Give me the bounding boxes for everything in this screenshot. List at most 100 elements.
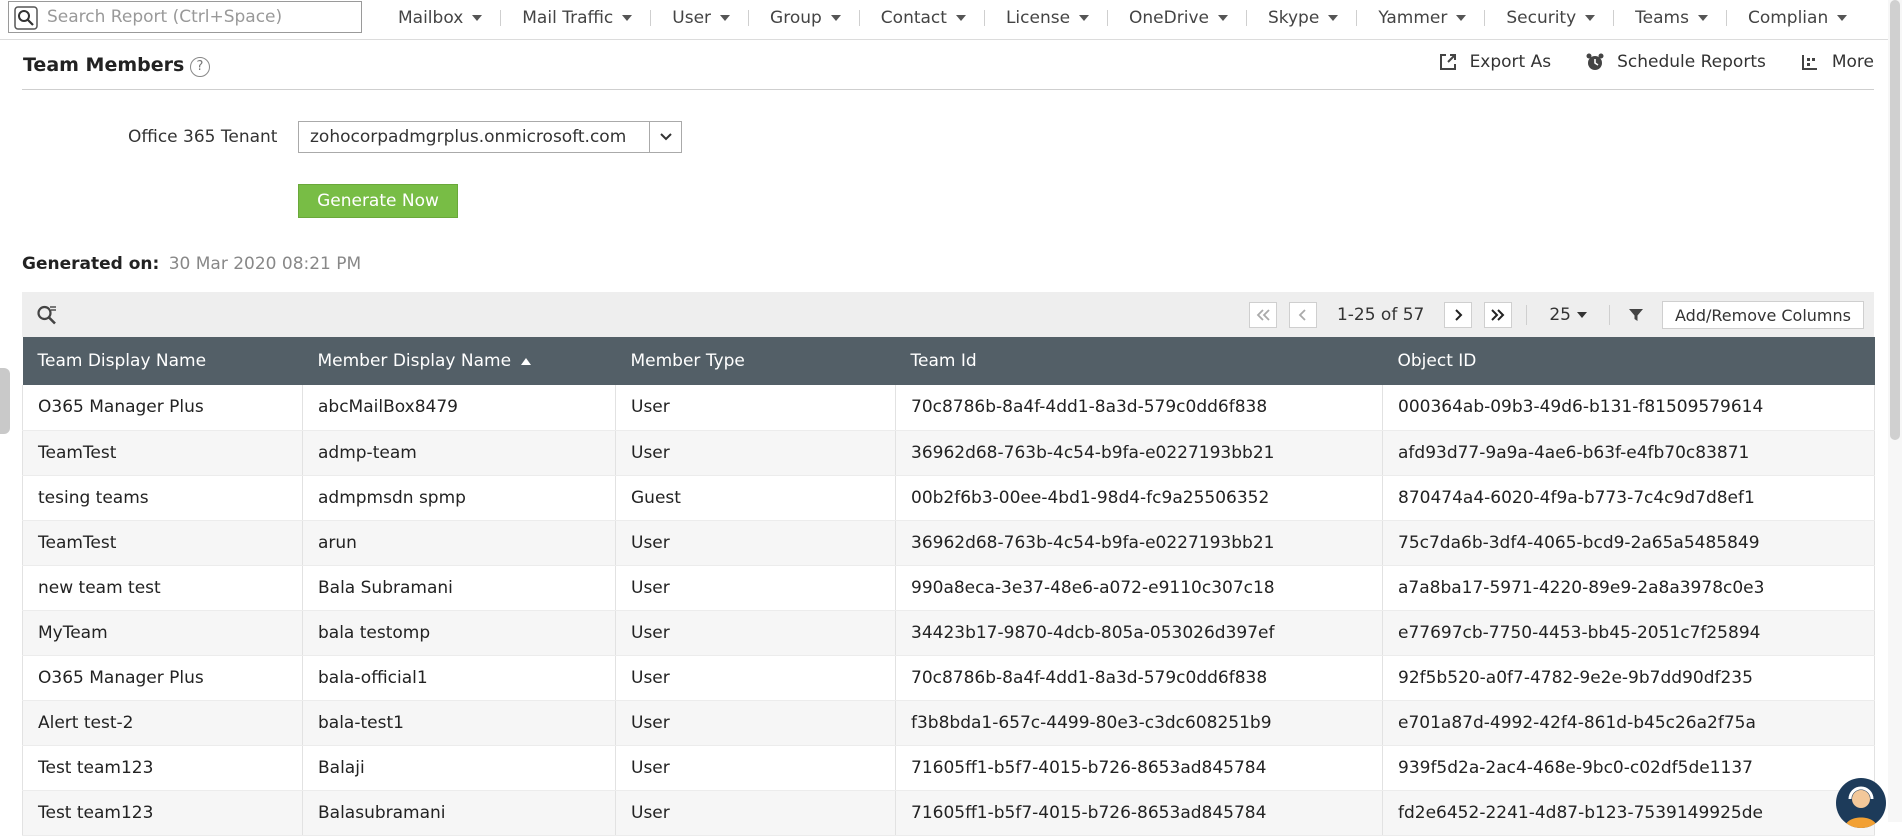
support-chat-button[interactable]	[1836, 778, 1886, 828]
chevron-down-icon	[1328, 15, 1339, 21]
cell-member-display-name: admp-team	[302, 430, 616, 476]
nav-item-label: Yammer	[1378, 8, 1448, 28]
column-header-label: Team Id	[910, 351, 977, 371]
cell-team-display-name: O365 Manager Plus	[22, 385, 303, 431]
cell-team-id: 36962d68-763b-4c54-b9fa-e0227193bb21	[895, 520, 1383, 566]
table-row: TeamTest admp-team User 36962d68-763b-4c54-…	[22, 430, 1875, 476]
cell-member-type: User	[615, 430, 896, 476]
rows-per-page-select[interactable]: 25	[1549, 305, 1587, 325]
cell-member-type: Guest	[615, 475, 896, 521]
chevron-down-icon	[830, 15, 841, 21]
cell-team-display-name: TeamTest	[22, 430, 303, 476]
schedule-reports-button[interactable]: Schedule Reports	[1585, 52, 1766, 72]
chevron-down-icon	[1585, 15, 1596, 21]
nav-item-label: License	[1005, 8, 1071, 28]
nav-item-onedrive[interactable]: OneDrive	[1107, 0, 1246, 36]
add-remove-columns-button[interactable]: Add/Remove Columns	[1662, 301, 1864, 329]
cell-member-display-name: bala testomp	[302, 610, 616, 656]
pager-divider	[1609, 305, 1610, 325]
nav-item-teams[interactable]: Teams	[1613, 0, 1726, 36]
cell-team-display-name: Test team123	[22, 790, 303, 836]
nav-item-label: User	[672, 8, 712, 28]
column-header-member-type[interactable]: Member Type	[615, 337, 896, 385]
report-search-box[interactable]	[8, 1, 362, 33]
side-panel-handle[interactable]	[0, 368, 10, 434]
table-search-icon	[37, 305, 56, 325]
cell-member-type: User	[615, 700, 896, 746]
cell-member-display-name: arun	[302, 520, 616, 566]
cell-team-display-name: new team test	[22, 565, 303, 611]
nav-item-label: OneDrive	[1129, 8, 1209, 28]
filter-icon	[1629, 309, 1643, 321]
column-header-member-display-name[interactable]: Member Display Name	[302, 337, 616, 385]
scrollbar-thumb[interactable]	[1890, 0, 1900, 440]
nav-item-mail-traffic[interactable]: Mail Traffic	[500, 0, 650, 36]
more-button[interactable]: More	[1800, 52, 1874, 72]
nav-item-contact[interactable]: Contact	[858, 0, 984, 36]
cell-member-display-name: abcMailBox8479	[302, 385, 616, 431]
cell-member-type: User	[615, 790, 896, 836]
page-scrollbar[interactable]	[1888, 0, 1902, 822]
cell-team-display-name: Alert test-2	[22, 700, 303, 746]
support-agent-icon	[1845, 786, 1877, 828]
nav-item-security[interactable]: Security	[1484, 0, 1613, 36]
cell-object-id: e77697cb-7750-4453-bb45-2051c7f25894	[1382, 610, 1875, 656]
chevron-down-icon	[1837, 15, 1848, 21]
tenant-select[interactable]: zohocorpadmgrplus.onmicrosoft.com	[298, 121, 682, 153]
column-header-team-id[interactable]: Team Id	[895, 337, 1383, 385]
nav-item-group[interactable]: Group	[748, 0, 859, 36]
nav-item-mailbox[interactable]: Mailbox	[376, 0, 500, 36]
previous-page-button[interactable]	[1288, 302, 1317, 328]
export-as-button[interactable]: Export As	[1438, 52, 1551, 72]
cell-member-display-name: bala-test1	[302, 700, 616, 746]
filter-button[interactable]	[1628, 307, 1644, 323]
nav-item-complian[interactable]: Complian	[1725, 0, 1865, 36]
chevron-down-icon	[1697, 15, 1708, 21]
chevron-down-icon	[1079, 15, 1090, 21]
nav-item-label: Teams	[1635, 8, 1689, 28]
nav-item-label: Complian	[1747, 8, 1829, 28]
column-header-label: Object ID	[1397, 351, 1477, 371]
report-category-menu: Mailbox Mail Traffic User Group Contact Licen…	[376, 0, 1865, 36]
chevron-down-icon	[720, 15, 731, 21]
generated-on-value: 30 Mar 2020 08:21 PM	[168, 254, 362, 274]
pagination: 1-25 of 57 25 Add/Remove Columns	[1243, 300, 1874, 330]
cell-team-display-name: TeamTest	[22, 520, 303, 566]
alarm-clock-icon	[1586, 53, 1604, 70]
cell-team-display-name: Test team123	[22, 745, 303, 791]
report-search-input[interactable]	[45, 4, 355, 30]
column-header-label: Team Display Name	[37, 351, 207, 371]
cell-team-id: 71605ff1-b5f7-4015-b726-8653ad845784	[895, 745, 1383, 791]
cell-team-id: 34423b17-9870-4dcb-805a-053026d397ef	[895, 610, 1383, 656]
chevron-down-icon	[472, 15, 483, 21]
nav-item-user[interactable]: User	[650, 0, 748, 36]
table-row: O365 Manager Plus bala-official1 User 70c87…	[22, 655, 1875, 701]
nav-item-license[interactable]: License	[983, 0, 1107, 36]
first-page-button[interactable]	[1248, 302, 1277, 328]
next-page-button[interactable]	[1444, 302, 1473, 328]
help-icon[interactable]: ?	[190, 57, 210, 77]
export-icon	[1439, 54, 1456, 70]
cell-object-id: fd2e6452-2241-4d87-b123-7539149925de	[1382, 790, 1875, 836]
grid-search-button[interactable]	[36, 304, 58, 331]
page-title: Team Members	[23, 54, 185, 76]
cell-object-id: 75c7da6b-3df4-4065-bcd9-2a65a5485849	[1382, 520, 1875, 566]
nav-item-label: Skype	[1267, 8, 1320, 28]
team-members-table: Team Display Name Member Display Name Me…	[22, 337, 1875, 836]
nav-item-skype[interactable]: Skype	[1245, 0, 1356, 36]
table-row: Alert test-2 bala-test1 User f3b8bda1-657c-…	[22, 700, 1875, 746]
generated-on: Generated on: 30 Mar 2020 08:21 PM	[22, 254, 361, 274]
last-page-button[interactable]	[1484, 302, 1513, 328]
tenant-dropdown-toggle[interactable]	[649, 122, 681, 152]
nav-item-label: Contact	[880, 8, 947, 28]
cell-member-type: User	[615, 520, 896, 566]
schedule-reports-label: Schedule Reports	[1617, 52, 1766, 72]
column-header-object-id[interactable]: Object ID	[1382, 337, 1875, 385]
table-row: TeamTest arun User 36962d68-763b-4c54-b9fa-…	[22, 520, 1875, 566]
column-header-team-display-name[interactable]: Team Display Name	[22, 337, 303, 385]
nav-item-yammer[interactable]: Yammer	[1356, 0, 1484, 36]
more-options-icon	[1801, 55, 1817, 70]
cell-member-display-name: Balaji	[302, 745, 616, 791]
pager-divider	[1526, 305, 1528, 325]
generate-now-button[interactable]: Generate Now	[298, 184, 458, 218]
